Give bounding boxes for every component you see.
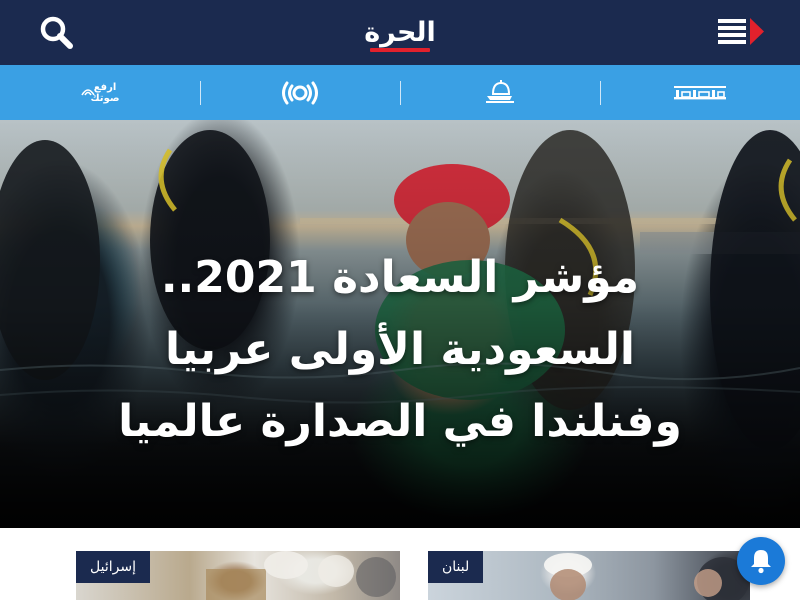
hero-headline-line: السعودية الأولى عربيا	[165, 324, 635, 375]
hero-headline-line: مؤشر السعادة 2021..	[160, 252, 640, 303]
subnav-item-radio[interactable]	[200, 65, 400, 120]
alsaa-logo-icon	[674, 86, 726, 100]
hero-headline[interactable]: مؤشر السعادة 2021.. السعودية الأولى عربي…	[60, 242, 740, 458]
radio-broadcast-icon	[282, 81, 318, 105]
search-button[interactable]	[38, 15, 76, 51]
story-card-lebanon[interactable]: لبنان	[428, 551, 750, 600]
subnav-item-irfa-sawtak[interactable]: ارفع صوتك	[0, 65, 200, 120]
story-card-israel[interactable]: إسرائيل	[76, 551, 400, 600]
logo-accent-bar	[370, 48, 430, 52]
top-header: الحرة	[0, 0, 800, 65]
subnav-label-irfa-sawtak: ارفع صوتك	[90, 82, 120, 104]
sister-sites-nav: ارفع صوتك	[0, 65, 800, 120]
hero-story[interactable]: مؤشر السعادة 2021.. السعودية الأولى عربي…	[0, 120, 800, 528]
story-card-tag[interactable]: إسرائيل	[76, 551, 150, 583]
bell-icon	[751, 550, 771, 574]
subnav-item-alsaa[interactable]	[600, 65, 800, 120]
menu-button[interactable]	[716, 16, 768, 50]
hero-headline-line: وفنلندا في الصدارة عالميا	[118, 396, 682, 447]
dome-logo-icon	[486, 80, 514, 103]
story-card-tag[interactable]: لبنان	[428, 551, 484, 583]
subnav-item-dome[interactable]	[400, 65, 600, 120]
hamburger-menu-icon	[718, 18, 764, 45]
search-icon	[40, 16, 73, 49]
notification-bell-button[interactable]	[737, 537, 785, 585]
alhurra-logo[interactable]: الحرة	[364, 14, 437, 52]
logo-text: الحرة	[364, 17, 437, 48]
